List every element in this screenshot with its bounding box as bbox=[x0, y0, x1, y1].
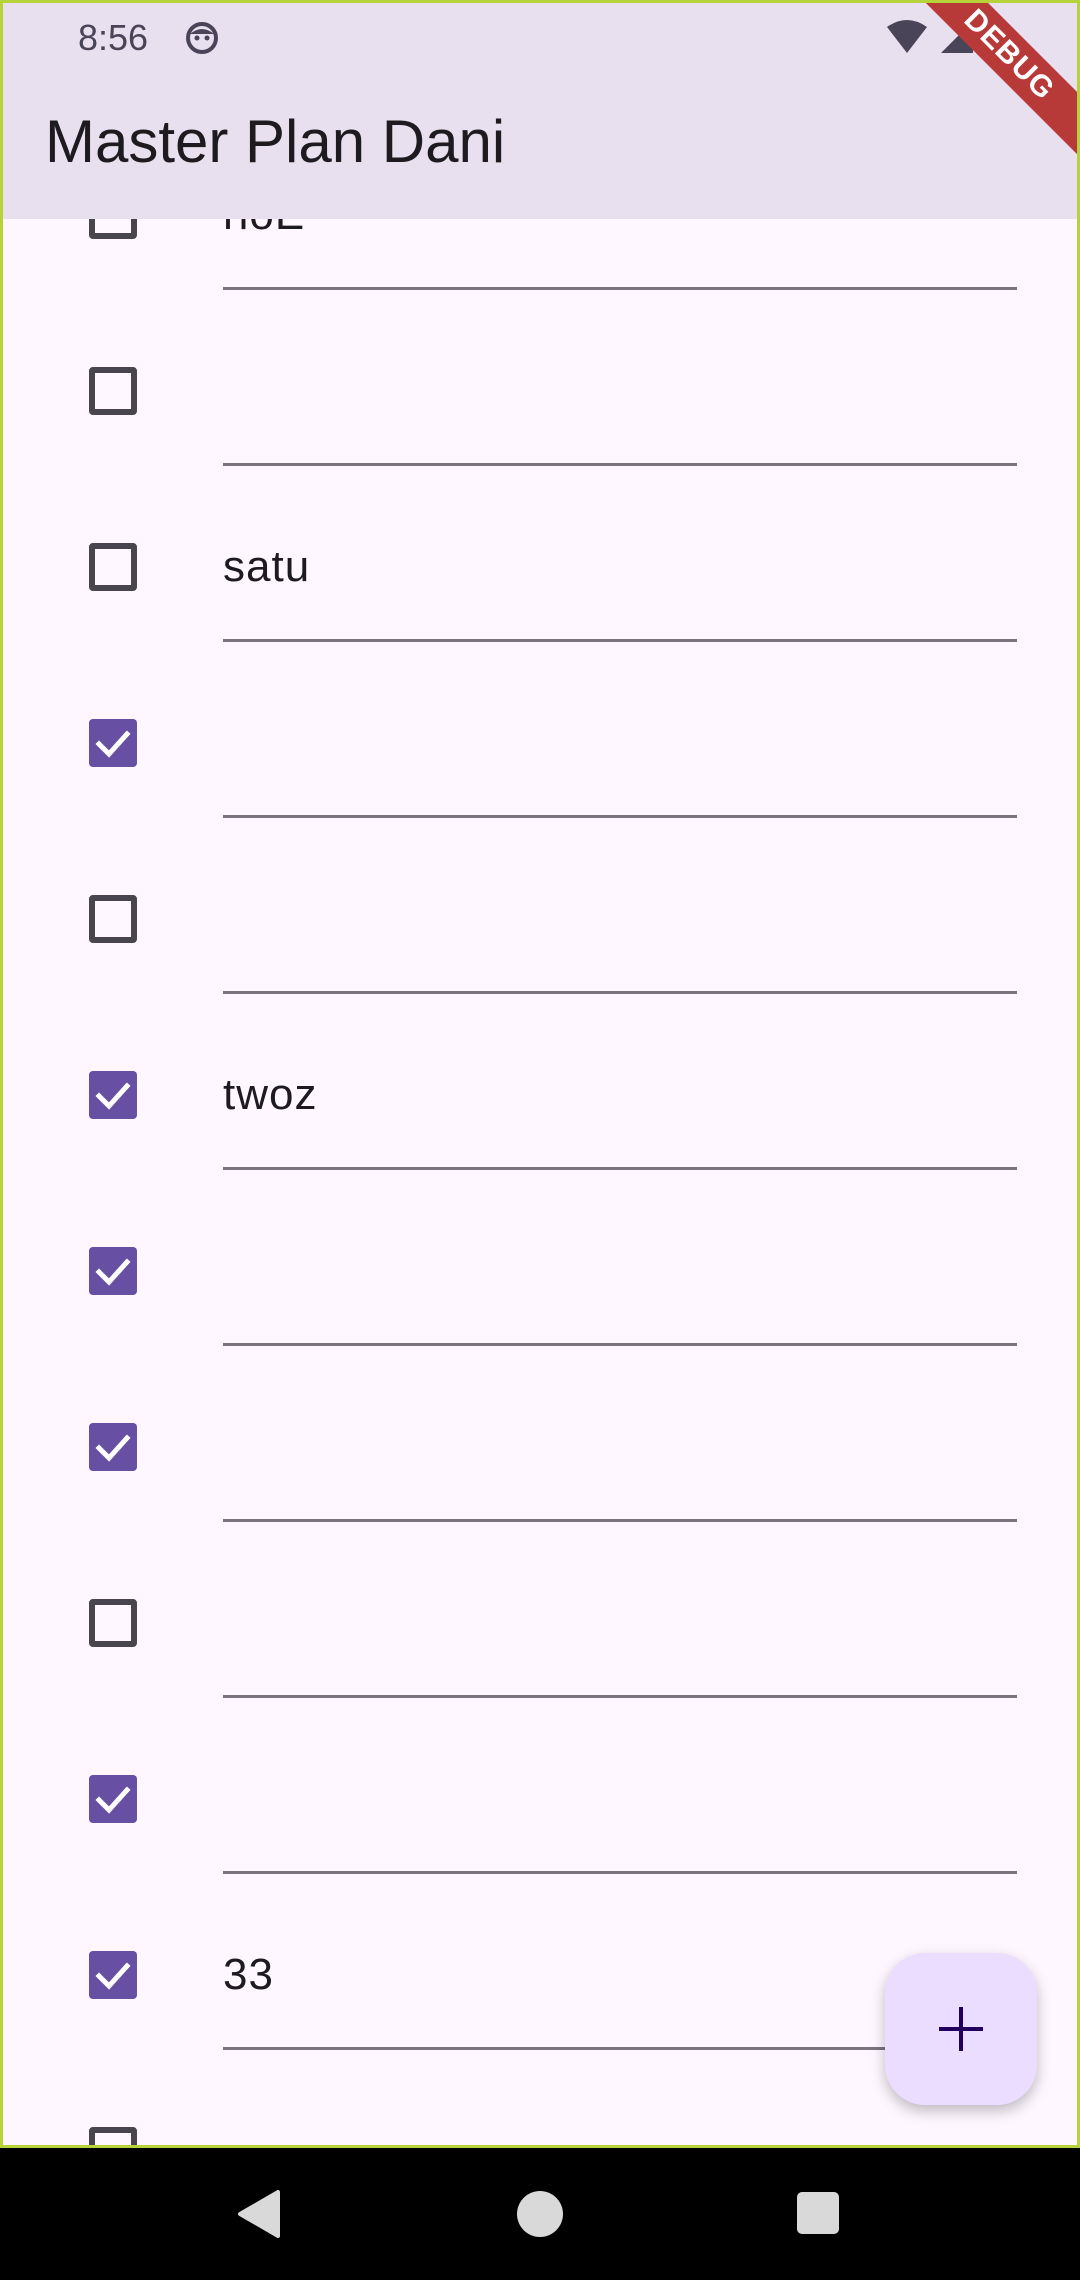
task-checkbox[interactable] bbox=[89, 1423, 137, 1471]
task-text-field[interactable]: 33 bbox=[223, 1950, 274, 2000]
add-task-button[interactable] bbox=[885, 1953, 1037, 2105]
task-checkbox[interactable] bbox=[89, 1775, 137, 1823]
task-checkbox[interactable] bbox=[89, 1071, 137, 1119]
wifi-icon bbox=[885, 19, 929, 55]
page-title: Master Plan Dani bbox=[45, 108, 506, 175]
task-checkbox[interactable] bbox=[89, 543, 137, 591]
checkmark-icon bbox=[95, 730, 131, 758]
task-text-field[interactable]: rioE bbox=[223, 219, 305, 240]
recents-icon[interactable] bbox=[797, 2192, 839, 2234]
task-checkbox[interactable] bbox=[89, 1951, 137, 1999]
home-icon[interactable] bbox=[517, 2191, 563, 2237]
task-row bbox=[3, 1519, 1077, 1698]
checkmark-icon bbox=[95, 1434, 131, 1462]
app-bar: 8:56 Master Plan Dani DEBUG bbox=[3, 3, 1077, 219]
task-text-field[interactable]: twoz bbox=[223, 1070, 317, 1120]
task-row bbox=[3, 1343, 1077, 1522]
task-row bbox=[3, 287, 1077, 466]
task-checkbox[interactable] bbox=[89, 1599, 137, 1647]
task-checkbox[interactable] bbox=[89, 367, 137, 415]
app-frame: 8:56 Master Plan Dani DEBUG rioE satu twoz… bbox=[0, 0, 1080, 2148]
task-row: satu bbox=[3, 463, 1077, 642]
back-icon[interactable] bbox=[236, 2190, 280, 2243]
task-row bbox=[3, 815, 1077, 994]
task-row bbox=[3, 1167, 1077, 1346]
task-row: rioE bbox=[3, 219, 1077, 290]
android-face-icon bbox=[185, 21, 219, 55]
task-row: twoz bbox=[3, 991, 1077, 1170]
task-row bbox=[3, 639, 1077, 818]
checkmark-icon bbox=[95, 1786, 131, 1814]
task-checkbox[interactable] bbox=[89, 219, 137, 239]
task-checkbox[interactable] bbox=[89, 895, 137, 943]
checkmark-icon bbox=[95, 1258, 131, 1286]
system-nav-bar bbox=[0, 2148, 1080, 2280]
task-row bbox=[3, 1695, 1077, 1874]
plus-icon bbox=[939, 2007, 983, 2051]
checkmark-icon bbox=[95, 1962, 131, 1990]
checkmark-icon bbox=[95, 1082, 131, 1110]
task-checkbox[interactable] bbox=[89, 719, 137, 767]
task-list: rioE satu twoz 33 bbox=[3, 219, 1077, 2145]
task-rows: rioE satu twoz 33 bbox=[3, 219, 1077, 2145]
status-time: 8:56 bbox=[78, 17, 149, 58]
task-checkbox[interactable] bbox=[89, 2127, 137, 2145]
task-checkbox[interactable] bbox=[89, 1247, 137, 1295]
task-text-field[interactable]: satu bbox=[223, 542, 310, 592]
